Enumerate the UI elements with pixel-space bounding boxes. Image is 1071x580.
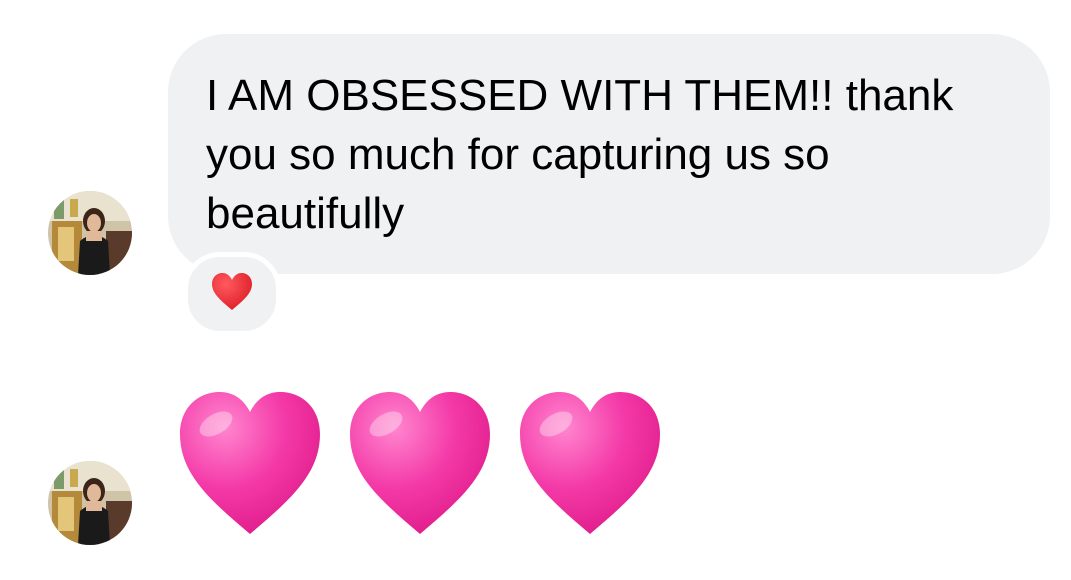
red-heart-icon [210, 272, 254, 317]
emoji-message[interactable] [176, 388, 664, 548]
message-reaction[interactable] [183, 252, 281, 336]
message-thread: I AM OBSESSED WITH THEM!! thank you so m… [0, 0, 1071, 580]
message-bubble[interactable]: I AM OBSESSED WITH THEM!! thank you so m… [168, 34, 1050, 274]
pink-heart-icon [346, 388, 494, 548]
message-text: I AM OBSESSED WITH THEM!! thank you so m… [206, 71, 954, 238]
sender-avatar[interactable] [48, 461, 132, 545]
pink-heart-icon [176, 388, 324, 548]
sender-avatar[interactable] [48, 191, 132, 275]
pink-heart-icon [516, 388, 664, 548]
avatar-photo [48, 461, 132, 545]
avatar-photo [48, 191, 132, 275]
